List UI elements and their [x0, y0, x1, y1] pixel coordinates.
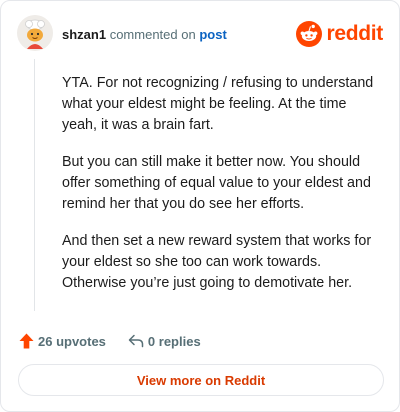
- comment-actions: 26 upvotes 0 replies: [19, 331, 223, 351]
- comment-body: YTA. For not recognizing / refusing to u…: [62, 73, 382, 310]
- comment-paragraph: But you can still make it better now. Yo…: [62, 154, 371, 212]
- reddit-snoo-icon: [296, 21, 323, 47]
- post-link[interactable]: post: [199, 27, 226, 42]
- replies-count: 0 replies: [147, 333, 201, 349]
- comment-paragraph: YTA. For not recognizing / refusing to u…: [62, 75, 374, 133]
- view-more-label: View more on Reddit: [136, 372, 266, 388]
- byline: shzan1 commented on post: [62, 27, 227, 43]
- replies-button[interactable]: 0 replies: [128, 334, 201, 349]
- reddit-logo[interactable]: reddit: [296, 19, 383, 49]
- username-link[interactable]: shzan1: [62, 27, 106, 42]
- thread-line: [34, 59, 35, 311]
- upvote-button[interactable]: 26 upvotes: [19, 333, 106, 349]
- comment-paragraph: And then set a new reward system that wo…: [62, 233, 372, 291]
- upvote-arrow-icon: [19, 333, 34, 349]
- reply-icon: [128, 334, 144, 348]
- embedded-comment-card: shzan1 commented on post reddit YTA. For…: [0, 0, 400, 412]
- view-more-button[interactable]: View more on Reddit: [18, 364, 384, 396]
- comment-header: shzan1 commented on post reddit: [17, 15, 383, 53]
- chef-avatar-icon[interactable]: [17, 15, 53, 51]
- reddit-wordmark: reddit: [326, 22, 383, 45]
- byline-verb: commented on: [109, 27, 196, 42]
- upvotes-count: 26 upvotes: [38, 333, 106, 349]
